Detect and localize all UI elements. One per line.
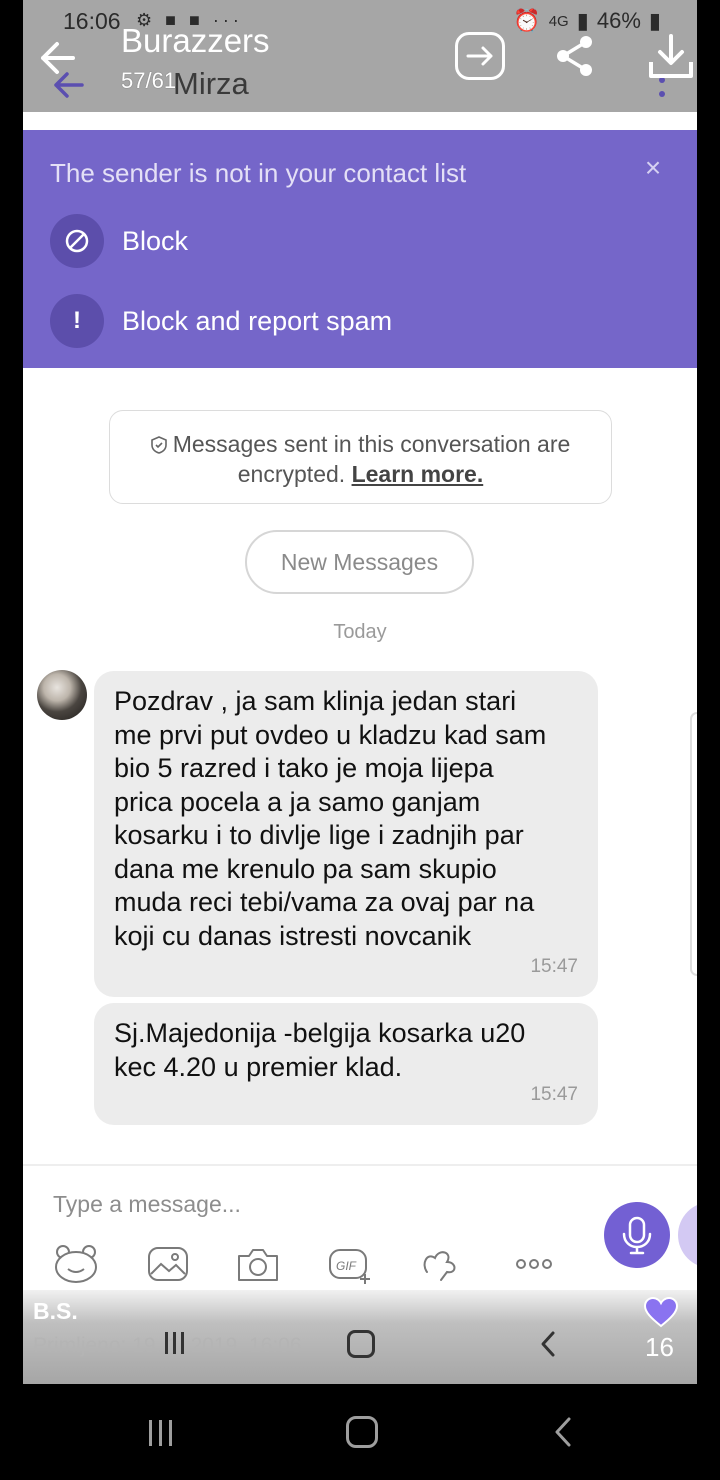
block-report-spam-button[interactable]: ! Block and report spam: [50, 294, 392, 348]
inner-back-icon: [541, 1331, 555, 1357]
viewer-top-bar: Mirza 16:06 ⚙ ■ ■ ··· ⏰ 4G ▮ 46% ▮ Buraz…: [23, 0, 697, 112]
secondary-action-button[interactable]: [678, 1202, 697, 1268]
sticker-icon[interactable]: [53, 1244, 99, 1284]
status-time: 16:06: [63, 8, 121, 34]
block-label: Block: [122, 225, 189, 256]
unknown-sender-banner: The sender is not in your contact list ×…: [23, 130, 697, 368]
message-time: 15:47: [530, 955, 578, 977]
message-time: 15:47: [530, 1083, 578, 1105]
home-icon[interactable]: [346, 1416, 378, 1448]
shield-icon: [150, 436, 167, 454]
share-icon[interactable]: [555, 34, 595, 78]
inner-recents-icon: [165, 1332, 184, 1354]
banner-close-icon[interactable]: ×: [641, 154, 665, 182]
signal-icon: ▮: [576, 8, 589, 33]
forward-icon: [466, 46, 493, 66]
chat-contact-name: Mirza: [173, 66, 249, 101]
adjacent-image-edge: [690, 712, 697, 976]
gallery-icon[interactable]: [145, 1244, 191, 1284]
status-right-group: ⏰ 4G ▮ 46% ▮: [513, 8, 661, 34]
encryption-notice: Messages sent in this conversation are e…: [109, 410, 612, 504]
alarm-icon: ⏰: [513, 8, 541, 33]
message-text: Pozdrav , ja sam klinja jedan stari me p…: [114, 686, 547, 951]
camera-icon[interactable]: [235, 1244, 281, 1284]
microphone-icon: [622, 1216, 652, 1255]
message-text: Sj.Majedonija -belgija kosarka u20 kec 4…: [114, 1018, 526, 1082]
block-button[interactable]: Block: [50, 214, 188, 268]
exclamation-icon: !: [50, 294, 104, 348]
message-bubble[interactable]: Sj.Majedonija -belgija kosarka u20 kec 4…: [94, 1003, 598, 1125]
battery-icon: ▮: [648, 8, 661, 33]
block-report-label: Block and report spam: [122, 305, 393, 336]
voice-message-button[interactable]: [604, 1202, 670, 1268]
battery-percent: 46%: [596, 8, 641, 33]
gif-icon[interactable]: GIF: [327, 1244, 373, 1284]
message-input[interactable]: [53, 1186, 573, 1222]
block-icon: [50, 214, 104, 268]
avatar[interactable]: [37, 670, 87, 720]
viewer-counter: 57/61: [121, 68, 177, 93]
message-bubble[interactable]: Pozdrav , ja sam klinja jedan stari me p…: [94, 671, 598, 997]
new-messages-pill[interactable]: New Messages: [245, 530, 474, 594]
like-count: 16: [645, 1332, 674, 1362]
date-separator: Today: [333, 621, 387, 643]
learn-more-link[interactable]: Learn more.: [352, 461, 484, 487]
viewer-title: Burazzers: [121, 22, 270, 59]
recents-icon[interactable]: [146, 1418, 176, 1448]
forward-button[interactable]: [455, 32, 505, 80]
more-options-icon[interactable]: [511, 1244, 557, 1284]
svg-text:GIF: GIF: [336, 1259, 357, 1273]
network-type: 4G: [548, 12, 569, 30]
download-icon[interactable]: [647, 32, 695, 80]
doodle-icon[interactable]: [419, 1244, 465, 1284]
composer-divider: [23, 1164, 697, 1166]
banner-title: The sender is not in your contact list: [50, 158, 467, 188]
screenshot-frame: Mirza 16:06 ⚙ ■ ■ ··· ⏰ 4G ▮ 46% ▮ Buraz…: [23, 0, 697, 1384]
inner-home-icon: [347, 1330, 375, 1358]
back-icon[interactable]: [553, 1416, 573, 1448]
post-author: B.S.: [33, 1298, 78, 1324]
heart-icon[interactable]: [643, 1296, 679, 1328]
viewer-back-icon[interactable]: [37, 38, 77, 78]
